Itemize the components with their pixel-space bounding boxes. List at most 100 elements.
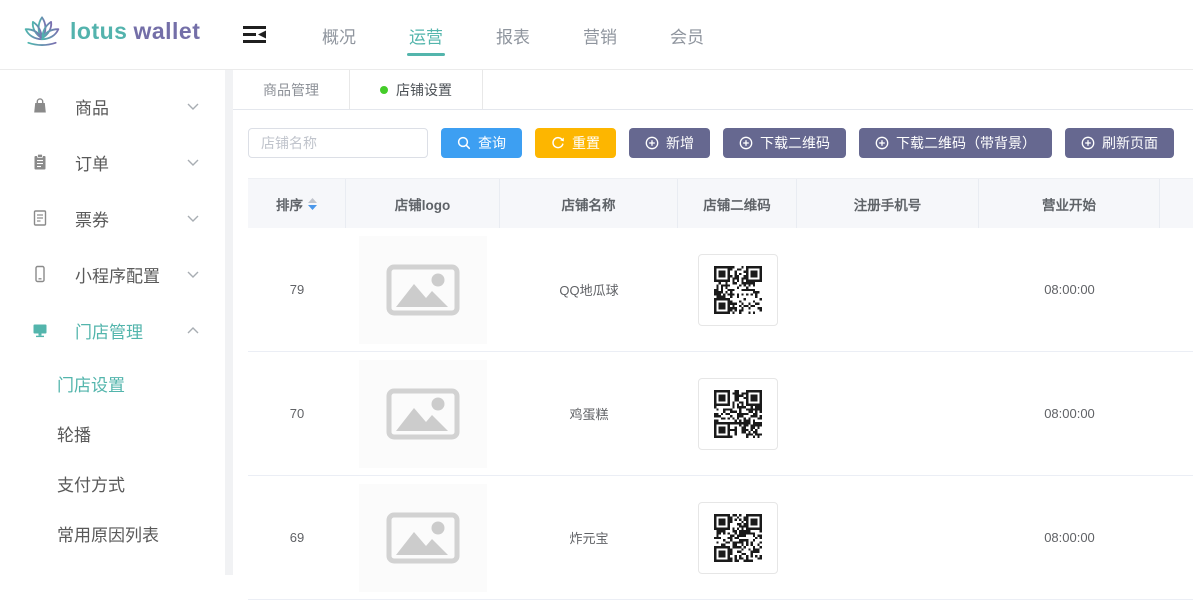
- cell-open-time: 08:00:00: [979, 476, 1160, 599]
- cell-logo: [346, 476, 500, 599]
- refresh-icon: [551, 136, 565, 150]
- sort-caret-icon[interactable]: [308, 198, 317, 210]
- sidebar-collapse-icon[interactable]: [243, 25, 266, 49]
- sidebar-item-goods[interactable]: 商品: [0, 78, 225, 134]
- qr-code-box[interactable]: [698, 254, 778, 326]
- sidebar-item-miniprogram[interactable]: 小程序配置: [0, 246, 225, 302]
- chevron-up-icon: [187, 321, 199, 339]
- topnav-reports[interactable]: 报表: [494, 17, 532, 54]
- qr-code-box[interactable]: [698, 378, 778, 450]
- cell-shop-name: 鸡蛋糕: [500, 352, 678, 475]
- refresh-page-button-label: 刷新页面: [1102, 133, 1158, 153]
- table-header-row: 排序 店铺logo 店铺名称 店铺二维码 注册手机号 营业开始: [248, 178, 1193, 228]
- stores-table: 排序 店铺logo 店铺名称 店铺二维码 注册手机号 营业开始 79 QQ地瓜球: [248, 178, 1193, 600]
- toolbar: 查询 重置 新增 下载二维码 下载二维码（带背景） 刷新页面: [248, 128, 1193, 158]
- column-header-name: 店铺名称: [500, 179, 678, 228]
- sidebar-subitem-common-reasons[interactable]: 常用原因列表: [0, 508, 225, 558]
- page-tabs: 商品管理 店铺设置: [233, 70, 1193, 110]
- table-row: 70 鸡蛋糕 08:00:00: [248, 352, 1193, 476]
- tab-goods-management[interactable]: 商品管理: [233, 70, 350, 109]
- table-row: 69 炸元宝 08:00:00: [248, 476, 1193, 600]
- column-header-open-time: 营业开始: [979, 179, 1160, 228]
- column-header-logo: 店铺logo: [346, 179, 500, 228]
- sidebar-label-orders: 订单: [75, 150, 187, 175]
- tab-label: 商品管理: [263, 80, 319, 100]
- cell-more: [1160, 352, 1193, 475]
- cell-qr: [678, 228, 797, 351]
- main-content: 查询 重置 新增 下载二维码 下载二维码（带背景） 刷新页面 排序: [233, 110, 1193, 575]
- qr-code-image: [714, 266, 762, 314]
- cell-more: [1160, 476, 1193, 599]
- column-header-label: 排序: [276, 194, 303, 214]
- chevron-down-icon: [187, 97, 199, 115]
- image-placeholder: [359, 484, 487, 592]
- search-input[interactable]: [248, 128, 428, 158]
- image-placeholder: [359, 360, 487, 468]
- column-header-qr: 店铺二维码: [678, 179, 797, 228]
- sidebar-subitem-store-settings[interactable]: 门店设置: [0, 358, 225, 408]
- topnav-members[interactable]: 会员: [668, 17, 706, 54]
- cell-shop-name: 炸元宝: [500, 476, 678, 599]
- download-qr-bg-button-label: 下载二维码（带背景）: [896, 133, 1036, 153]
- ticket-icon: [30, 209, 50, 227]
- sidebar-item-tickets[interactable]: 票券: [0, 190, 225, 246]
- cell-sort: 70: [248, 352, 346, 475]
- lotus-logo-icon: [22, 14, 62, 48]
- download-qr-button[interactable]: 下载二维码: [723, 128, 846, 158]
- reset-button-label: 重置: [572, 133, 600, 153]
- cell-open-time: 08:00:00: [979, 352, 1160, 475]
- qr-code-image: [714, 390, 762, 438]
- sidebar-label-miniprogram: 小程序配置: [75, 262, 187, 287]
- sidebar-item-store-management[interactable]: 门店管理: [0, 302, 225, 358]
- tab-label: 店铺设置: [396, 80, 452, 100]
- cell-phone: [797, 476, 979, 599]
- top-navigation: 概况 运营 报表 营销 会员: [320, 0, 706, 70]
- cell-phone: [797, 352, 979, 475]
- app-header: lotuswallet 概况 运营 报表 营销 会员: [0, 0, 1193, 70]
- column-header-phone: 注册手机号: [797, 179, 979, 228]
- sidebar-label-store-management: 门店管理: [75, 318, 187, 343]
- chevron-down-icon: [187, 209, 199, 227]
- cell-phone: [797, 228, 979, 351]
- clipboard-icon: [30, 153, 50, 171]
- sidebar-label-tickets: 票券: [75, 206, 187, 231]
- sidebar-gutter: [225, 70, 233, 575]
- download-qr-button-label: 下载二维码: [760, 133, 830, 153]
- topnav-overview[interactable]: 概况: [320, 17, 358, 54]
- reset-button[interactable]: 重置: [535, 128, 616, 158]
- qr-code-box[interactable]: [698, 502, 778, 574]
- cell-logo: [346, 352, 500, 475]
- cell-open-time: 08:00:00: [979, 228, 1160, 351]
- sidebar-subitem-carousel[interactable]: 轮播: [0, 408, 225, 458]
- cell-sort: 79: [248, 228, 346, 351]
- sidebar: 商品 订单 票券 小程序配置 门店管理: [0, 70, 225, 575]
- query-button-label: 查询: [478, 133, 506, 153]
- query-button[interactable]: 查询: [441, 128, 522, 158]
- bag-icon: [30, 97, 50, 115]
- sidebar-subitem-payment-methods[interactable]: 支付方式: [0, 458, 225, 508]
- cell-sort: 69: [248, 476, 346, 599]
- chevron-down-icon: [187, 265, 199, 283]
- search-icon: [457, 136, 471, 150]
- qr-code-image: [714, 514, 762, 562]
- active-tab-dot: [380, 86, 388, 94]
- image-placeholder: [359, 236, 487, 344]
- chevron-down-icon: [187, 153, 199, 171]
- refresh-page-button[interactable]: 刷新页面: [1065, 128, 1174, 158]
- cell-logo: [346, 228, 500, 351]
- brand-logo: lotuswallet: [22, 14, 200, 48]
- sidebar-item-orders[interactable]: 订单: [0, 134, 225, 190]
- plus-circle-icon: [645, 136, 659, 150]
- column-header-sort[interactable]: 排序: [248, 179, 346, 228]
- download-qr-bg-button[interactable]: 下载二维码（带背景）: [859, 128, 1052, 158]
- store-icon: [30, 321, 50, 339]
- topnav-operations[interactable]: 运营: [407, 17, 445, 54]
- add-button[interactable]: 新增: [629, 128, 710, 158]
- cell-shop-name: QQ地瓜球: [500, 228, 678, 351]
- topnav-marketing[interactable]: 营销: [581, 17, 619, 54]
- brand-name: lotuswallet: [70, 18, 200, 45]
- tab-store-settings[interactable]: 店铺设置: [350, 70, 483, 109]
- column-header-more: [1160, 179, 1193, 228]
- cell-qr: [678, 352, 797, 475]
- plus-circle-icon: [1081, 136, 1095, 150]
